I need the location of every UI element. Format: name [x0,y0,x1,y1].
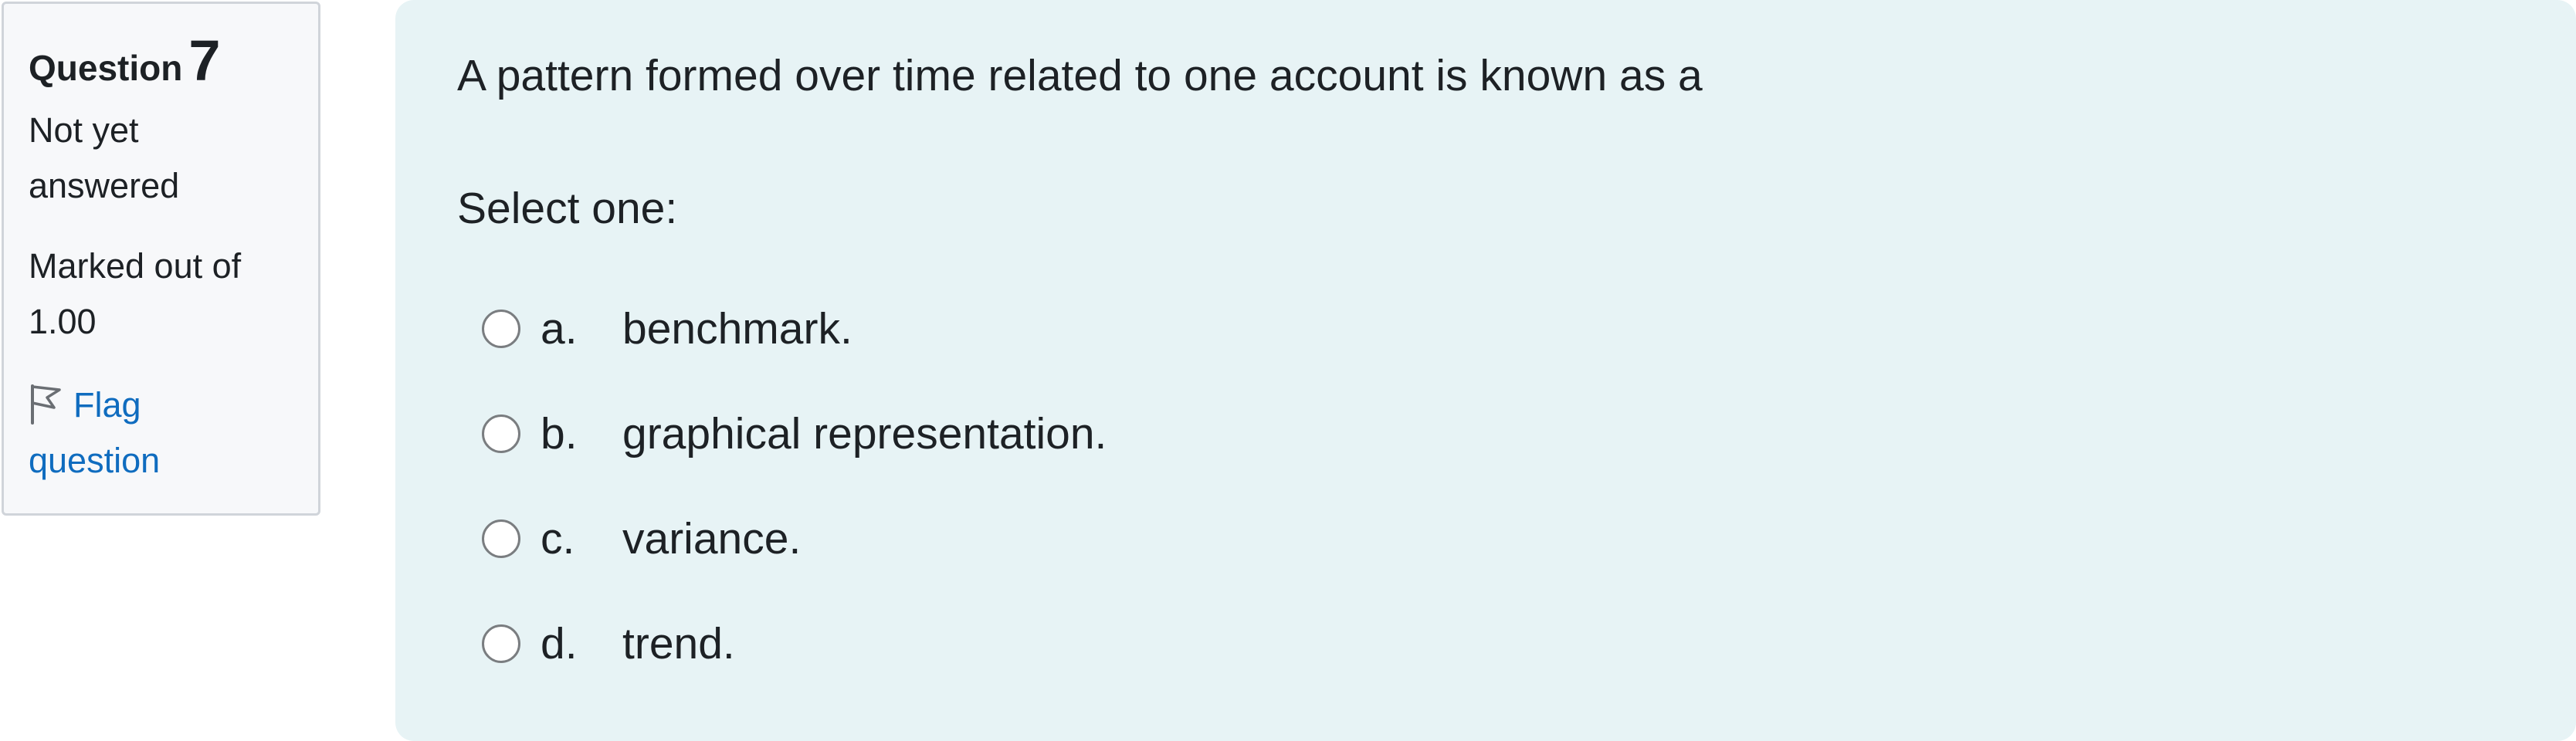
answer-label[interactable]: trend. [622,613,735,675]
answer-label[interactable]: graphical representation. [622,403,1107,465]
question-number: 7 [188,29,221,93]
answer-list: a. benchmark. b. graphical representatio… [457,276,2576,696]
question-content: A pattern formed over time related to on… [395,0,2576,741]
question-label: Question [29,48,183,88]
answer-letter: a. [541,304,578,354]
radio-button[interactable] [482,519,520,558]
question-state-line: Not yet [29,110,139,150]
question-info-box: Question 7 Not yet answered Marked out of… [2,2,320,516]
question-grade-line: 1.00 [29,302,97,341]
question-state-line: answered [29,166,180,205]
answer-letter: c. [541,514,575,563]
answer-letter: b. [541,409,578,458]
question-grade-line: Marked out of [29,246,242,286]
flag-icon [31,384,61,425]
answer-label[interactable]: variance. [622,508,801,570]
answer-option-d[interactable]: d. trend. [482,591,2576,696]
flag-label-line2[interactable]: question [29,433,293,489]
question-heading: Question 7 [29,30,293,92]
radio-button[interactable] [482,414,520,453]
answer-option-b[interactable]: b. graphical representation. [482,381,2576,486]
answer-letter: d. [541,619,578,668]
select-one-prompt: Select one: [457,184,678,233]
radio-button[interactable] [482,624,520,663]
question-state: Not yet answered [29,103,293,214]
answer-option-a[interactable]: a. benchmark. [482,276,2576,381]
radio-button[interactable] [482,310,520,348]
question-text: A pattern formed over time related to on… [457,51,1703,100]
answer-option-c[interactable]: c. variance. [482,486,2576,591]
flag-question-link[interactable]: Flag question [29,377,293,489]
flag-label-line1[interactable]: Flag [73,385,141,425]
answer-label[interactable]: benchmark. [622,298,852,360]
question-grade: Marked out of 1.00 [29,239,293,350]
